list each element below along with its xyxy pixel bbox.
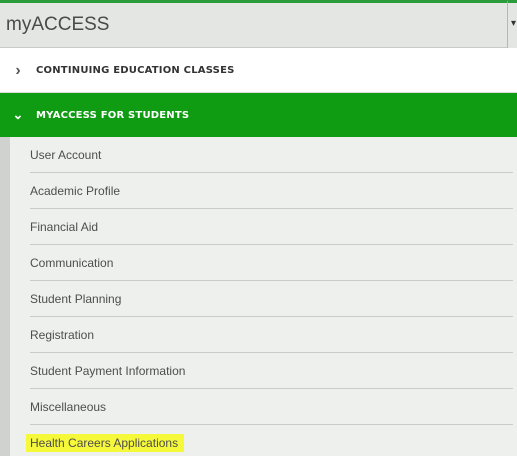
- menu-header[interactable]: myACCESS: [0, 0, 507, 48]
- section-label: CONTINUING EDUCATION CLASSES: [36, 65, 235, 76]
- submenu-item-label: Registration: [30, 327, 95, 342]
- submenu-item-registration[interactable]: Registration: [30, 317, 513, 353]
- chevron-down-icon: ⌄: [12, 107, 24, 122]
- section-myaccess-for-students[interactable]: ⌄ MYACCESS FOR STUDENTS: [0, 93, 517, 137]
- submenu-item-label: User Account: [30, 147, 102, 162]
- submenu-item-label: Miscellaneous: [30, 399, 107, 414]
- submenu-item-student-payment-information[interactable]: Student Payment Information: [30, 353, 513, 389]
- submenu-item-communication[interactable]: Communication: [30, 245, 513, 281]
- menu-title: myACCESS: [6, 14, 110, 35]
- section-continuing-education[interactable]: › CONTINUING EDUCATION CLASSES: [0, 49, 517, 93]
- submenu-item-label: Academic Profile: [30, 183, 121, 198]
- submenu-item-user-account[interactable]: User Account: [30, 137, 513, 173]
- submenu-item-miscellaneous[interactable]: Miscellaneous: [30, 389, 513, 425]
- submenu-item-label: Student Payment Information: [30, 363, 186, 378]
- submenu-item-student-planning[interactable]: Student Planning: [30, 281, 513, 317]
- submenu-item-label-highlighted: Health Careers Applications: [30, 434, 185, 452]
- submenu-item-label: Student Planning: [30, 291, 122, 306]
- submenu-item-label: Communication: [30, 255, 114, 270]
- student-submenu: User Account Academic Profile Financial …: [0, 137, 517, 456]
- myaccess-menu-panel: myACCESS ▾ › CONTINUING EDUCATION CLASSE…: [0, 0, 517, 456]
- submenu-rail: [0, 137, 10, 456]
- chevron-right-icon: ›: [15, 61, 21, 79]
- chevron-down-icon: ▾: [511, 18, 517, 29]
- header-dropdown-toggle[interactable]: ▾: [507, 0, 517, 48]
- submenu-item-financial-aid[interactable]: Financial Aid: [30, 209, 513, 245]
- section-label: MYACCESS FOR STUDENTS: [36, 109, 190, 121]
- submenu-item-label: Financial Aid: [30, 219, 99, 234]
- submenu-item-academic-profile[interactable]: Academic Profile: [30, 173, 513, 209]
